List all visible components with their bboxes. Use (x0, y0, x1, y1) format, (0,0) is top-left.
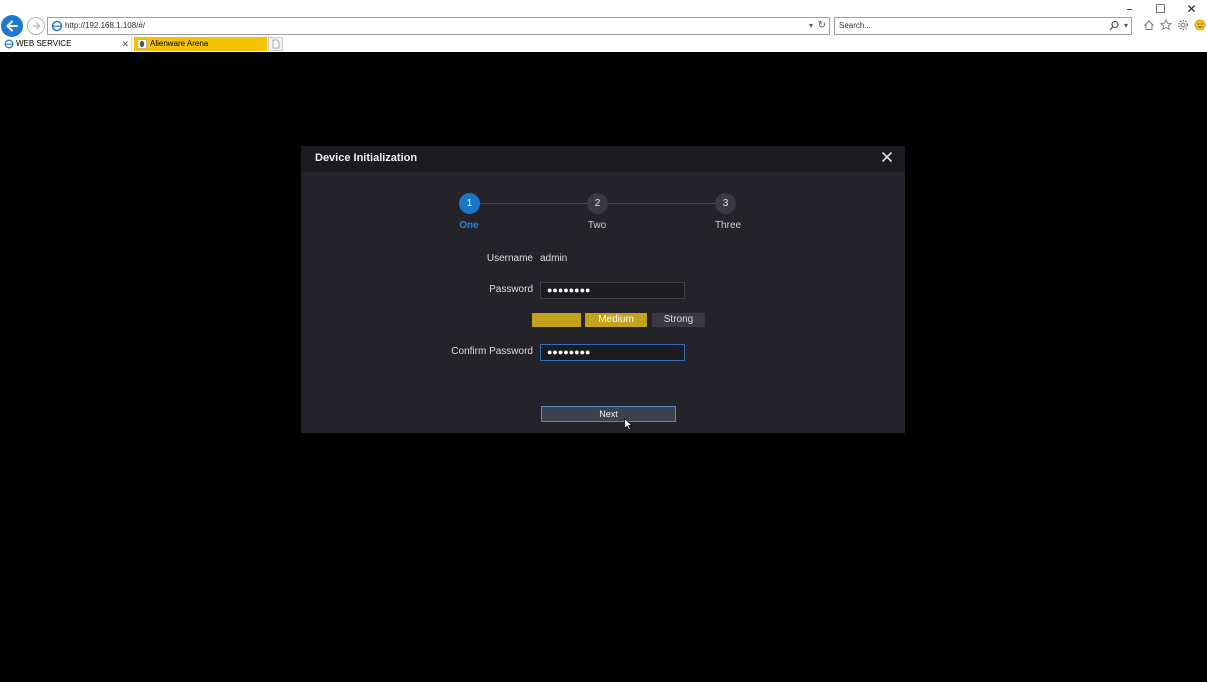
step-3-circle: 3 (715, 193, 736, 214)
search-dropdown-icon[interactable]: ▾ (1124, 18, 1128, 34)
step-indicator: 1 2 3 One Two Three (301, 146, 905, 236)
tab-web-service[interactable]: WEB SERVICE ✕ (0, 37, 132, 51)
favorites-star-icon[interactable] (1159, 18, 1172, 31)
step-3-label: Three (714, 220, 742, 231)
ie-tab-icon (4, 39, 14, 49)
arrow-right-icon (32, 22, 41, 30)
ie-page-icon (51, 20, 63, 32)
step-1-label: One (459, 220, 479, 231)
tab-label: Alienware Arena (150, 39, 209, 48)
address-bar[interactable]: http://192.168.1.108/#/ ▾ ↻ (47, 17, 830, 35)
confirm-password-label: Confirm Password (451, 346, 533, 357)
username-label: Username (486, 253, 533, 264)
new-tab-button[interactable] (268, 37, 283, 51)
next-button[interactable]: Next (541, 406, 676, 422)
forward-button[interactable] (27, 17, 45, 35)
refresh-icon[interactable]: ↻ (818, 18, 826, 34)
address-dropdown-icon[interactable]: ▾ (809, 18, 813, 34)
home-icon[interactable] (1142, 18, 1155, 31)
arrow-left-icon (6, 20, 18, 32)
new-tab-icon (272, 39, 280, 49)
back-button[interactable] (1, 15, 23, 37)
tab-strip: WEB SERVICE ✕ Alienware Arena (0, 37, 1207, 52)
alienware-logo-icon (137, 39, 147, 49)
search-icon[interactable] (1109, 20, 1119, 32)
strength-strong-bar: Strong (652, 313, 705, 327)
smiley-feedback-icon[interactable] (1193, 18, 1206, 31)
step-connector (479, 203, 587, 204)
username-value: admin (540, 253, 568, 264)
step-connector (608, 203, 715, 204)
tab-label: WEB SERVICE (16, 39, 72, 48)
close-tab-icon[interactable]: ✕ (121, 37, 129, 51)
password-label: Password (489, 284, 533, 295)
strength-weak-bar (532, 313, 581, 327)
step-1-circle: 1 (459, 193, 480, 214)
search-bar[interactable]: Search... ▾ (834, 17, 1132, 35)
mouse-cursor-icon (624, 418, 632, 430)
strength-medium-bar: Medium (585, 313, 647, 327)
toolbar-icons (1142, 18, 1206, 31)
search-input[interactable]: Search... (839, 20, 871, 32)
url-text: http://192.168.1.108/#/ (65, 21, 146, 30)
password-input[interactable]: ●●●●●●●● (540, 282, 685, 299)
step-2-circle: 2 (587, 193, 608, 214)
browser-chrome: – ☐ ✕ http://192.168.1.108/#/ ▾ ↻ Search… (0, 0, 1207, 52)
confirm-password-input[interactable]: ●●●●●●●● (540, 344, 685, 361)
tab-alienware-arena[interactable]: Alienware Arena (134, 37, 267, 51)
navigation-bar: http://192.168.1.108/#/ ▾ ↻ Search... ▾ (0, 15, 1207, 37)
device-initialization-dialog: Device Initialization 1 2 3 One Two Thre… (301, 146, 905, 433)
gear-icon[interactable] (1176, 18, 1189, 31)
step-2-label: Two (587, 220, 607, 231)
